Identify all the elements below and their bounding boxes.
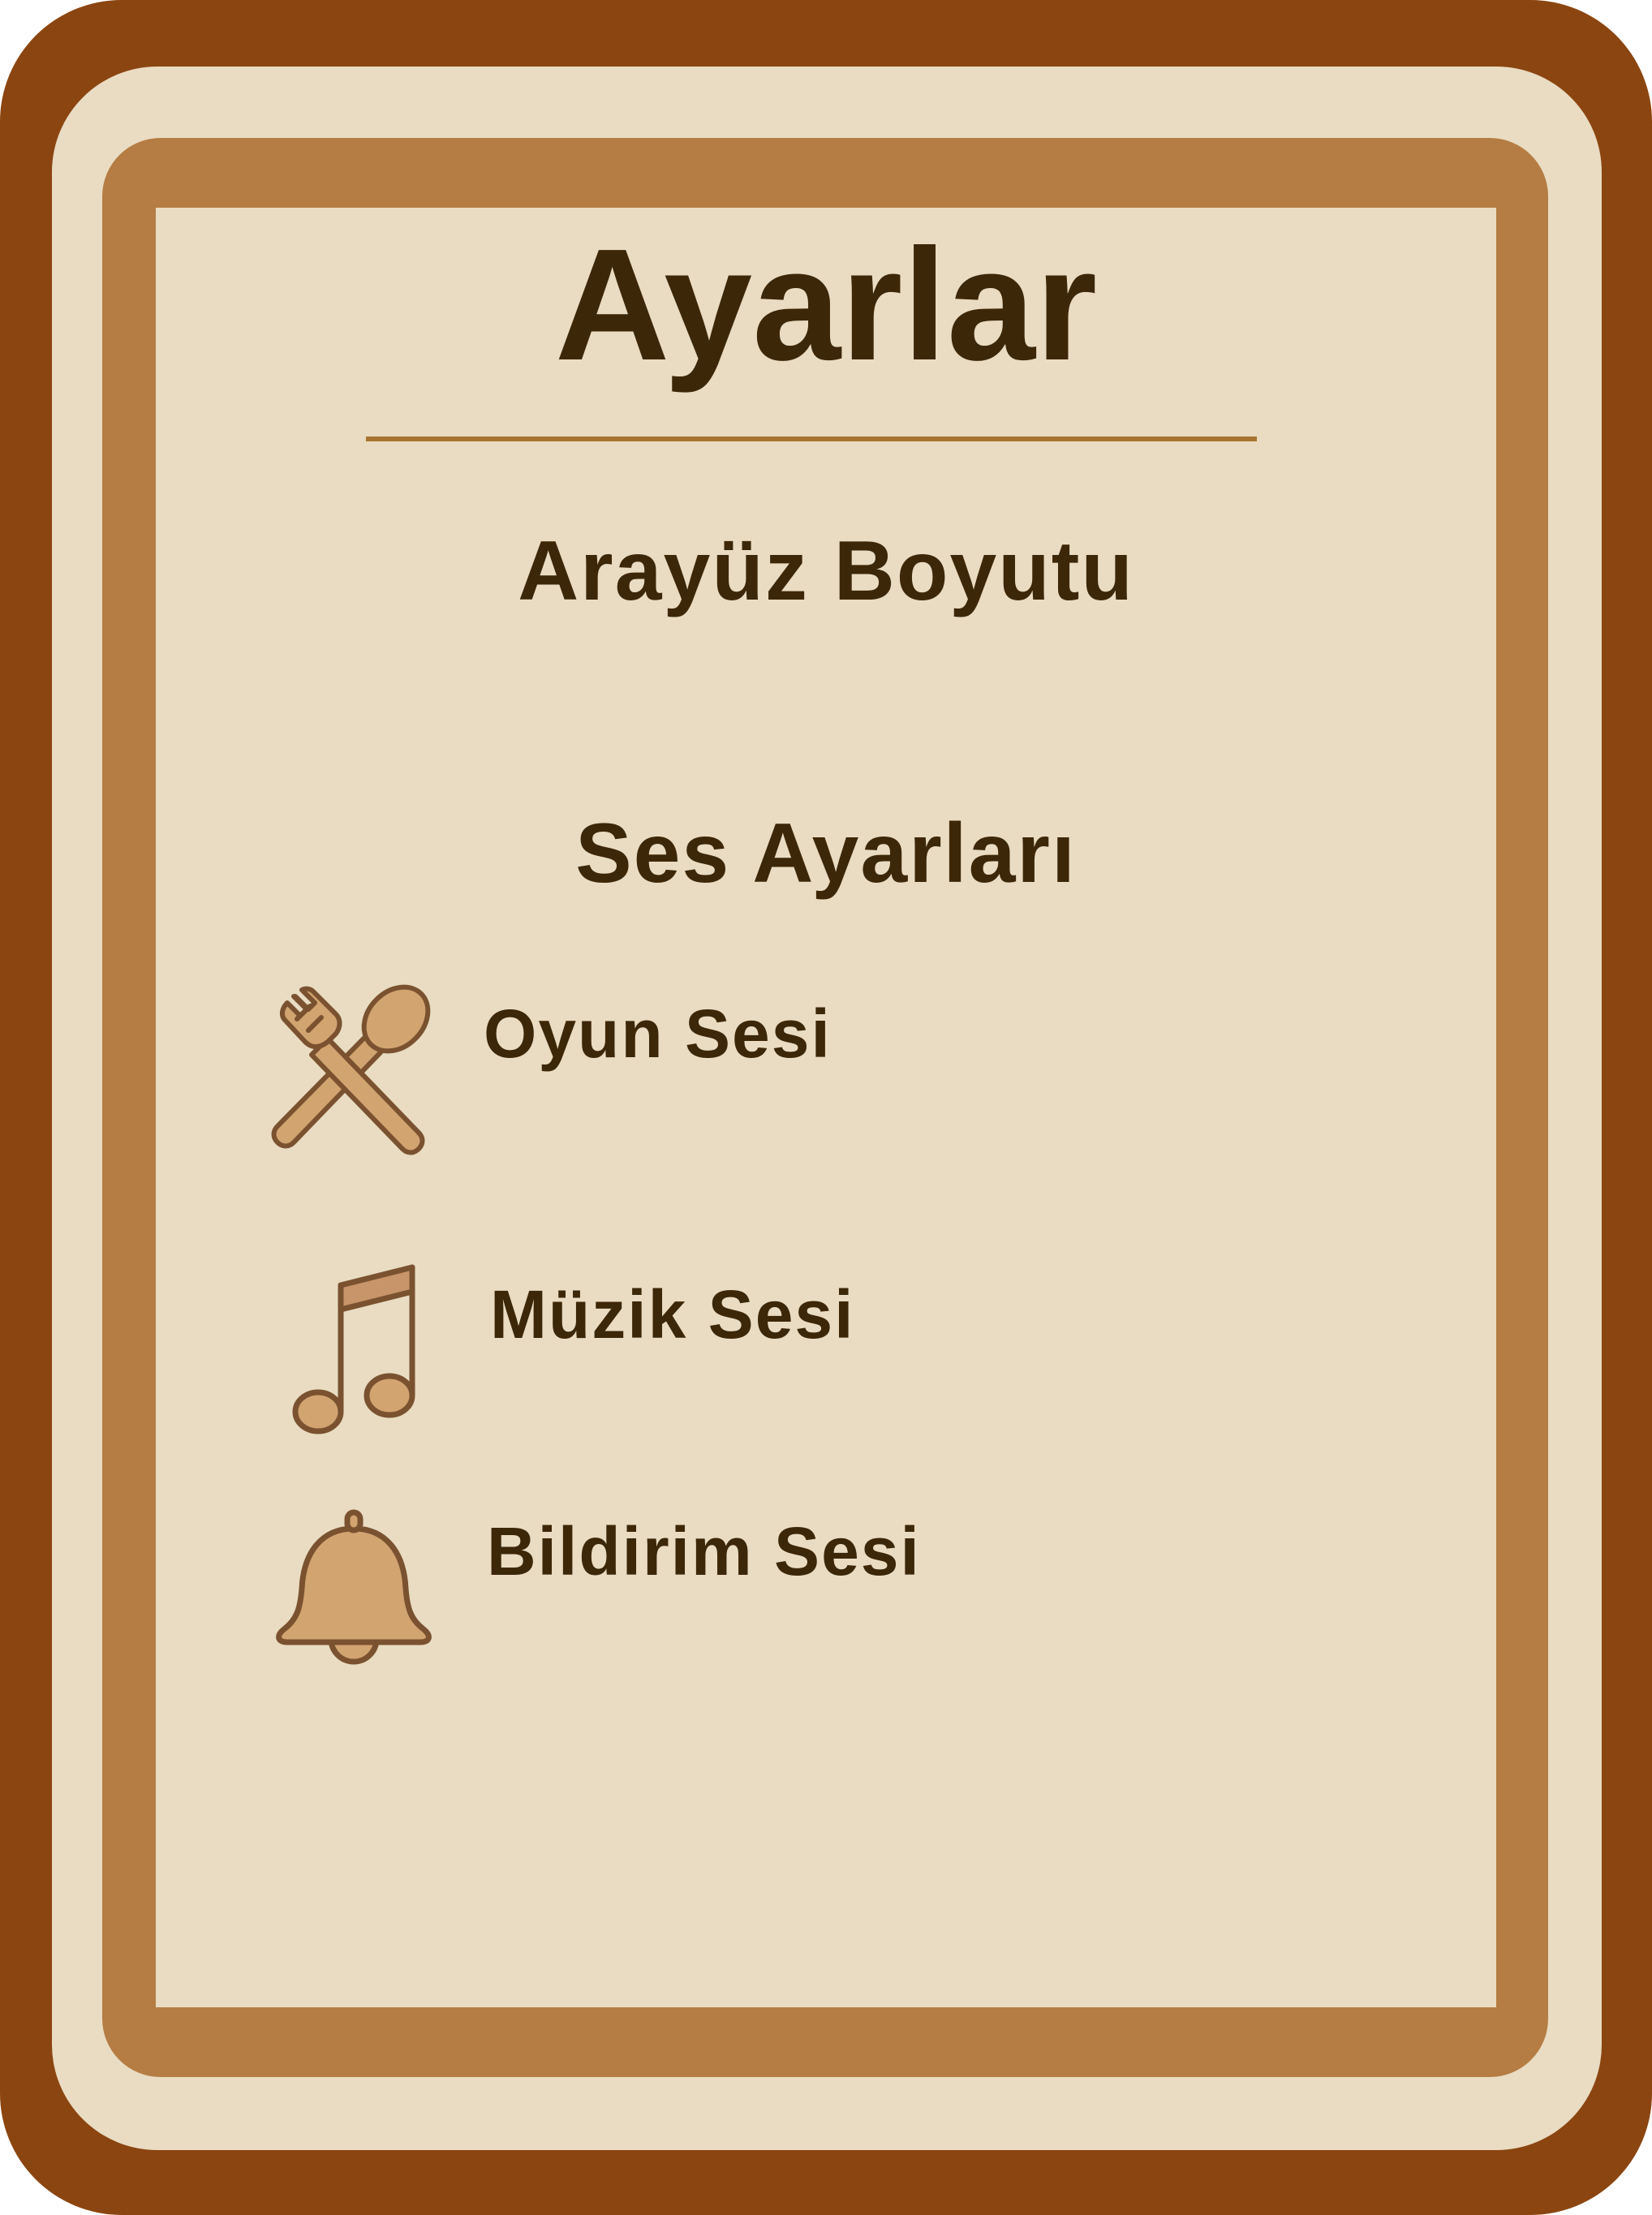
game-sound-label: Oyun Sesi <box>484 996 832 1072</box>
fork-spoon-icon <box>260 972 446 1159</box>
setting-row-game-sound[interactable]: Oyun Sesi <box>243 972 1461 1159</box>
setting-row-music-sound[interactable]: Müzik Sesi <box>243 1256 1461 1443</box>
notification-sound-label: Bildirim Sesi <box>487 1513 921 1589</box>
music-sound-label: Müzik Sesi <box>490 1276 855 1353</box>
setting-row-notification-sound[interactable]: Bildirim Sesi <box>243 1493 1461 1680</box>
page-title: Ayarlar <box>554 216 1098 394</box>
sound-settings-heading: Ses Ayarları <box>575 806 1077 901</box>
music-note-icon <box>260 1256 446 1443</box>
title-divider <box>366 437 1257 441</box>
interface-size-heading[interactable]: Arayüz Boyutu <box>0 529 1652 613</box>
bell-icon <box>260 1493 446 1680</box>
